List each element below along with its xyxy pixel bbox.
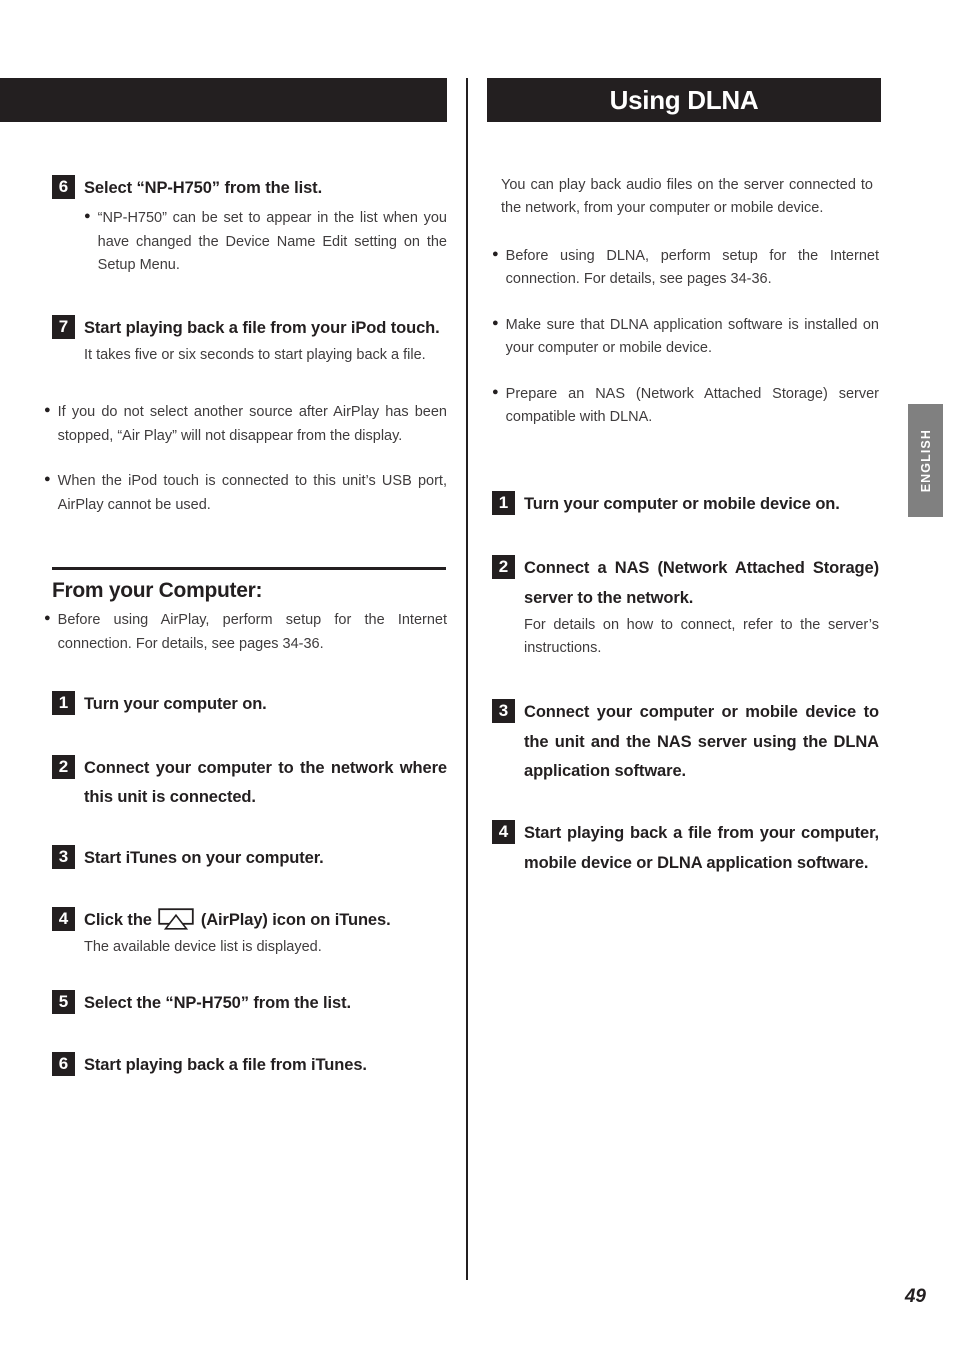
- language-side-tab: ENGLISH: [908, 404, 943, 517]
- step-item: 4 Click the (AirPlay) icon on iTunes. Th…: [52, 906, 447, 960]
- left-column: 6 Select “NP-H750” from the list. ● “NP-…: [0, 78, 447, 1080]
- step-title: Start playing back a file from your iPod…: [84, 318, 440, 337]
- step-note: It takes five or six seconds to start pl…: [84, 347, 426, 364]
- step-title: Connect your computer to the network whe…: [84, 758, 447, 806]
- step-item: 5 Select the “NP-H750” from the list.: [52, 989, 447, 1018]
- step-title: Start iTunes on your computer.: [84, 849, 324, 868]
- step-item: 4 Start playing back a file from your co…: [492, 819, 879, 878]
- step-body: Connect a NAS (Network Attached Storage)…: [515, 554, 879, 660]
- dlna-bullets: ● Before using DLNA, perform setup for t…: [492, 245, 879, 430]
- step-body: Select “NP-H750” from the list. ● “NP-H7…: [75, 174, 447, 278]
- dlna-bullet: ● Make sure that DLNA application softwa…: [492, 314, 879, 361]
- left-header-bar: [0, 78, 447, 122]
- step-body: Start playing back a file from your iPod…: [75, 314, 447, 368]
- step-item: 2 Connect a NAS (Network Attached Storag…: [492, 554, 879, 660]
- step-number-badge: 4: [492, 820, 515, 845]
- page-number: 49: [904, 1286, 926, 1307]
- section-bullet-text: Before using AirPlay, perform setup for …: [57, 612, 447, 652]
- step-body: Connect your computer or mobile device t…: [515, 698, 879, 786]
- bullet-dot-icon: ●: [84, 210, 91, 223]
- bullet-dot-icon: ●: [44, 612, 51, 625]
- step-number-badge: 6: [52, 1051, 75, 1076]
- bullet-dot-icon: ●: [44, 404, 51, 417]
- step-note: The available device list is displayed.: [84, 939, 322, 956]
- bullet-dot-icon: ●: [492, 247, 499, 260]
- step-body: Start iTunes on your computer.: [75, 844, 447, 873]
- note-bullet: ● If you do not select another source af…: [44, 401, 447, 448]
- step-number-badge: 6: [52, 175, 75, 199]
- step-item: 3 Start iTunes on your computer.: [52, 844, 447, 873]
- step-number-badge: 7: [52, 314, 75, 339]
- dlna-bullet-text: Prepare an NAS (Network Attached Storage…: [505, 385, 879, 426]
- step-title: Connect a NAS (Network Attached Storage)…: [524, 559, 879, 607]
- airplay-icon: [158, 908, 195, 930]
- step-number-badge: 4: [52, 906, 75, 931]
- note-bullet-text: When the iPod touch is connected to this…: [57, 473, 447, 513]
- step-title-text-after-icon: (AirPlay) icon on iTunes.: [200, 910, 391, 929]
- section-content: ● Before using AirPlay, perform setup fo…: [44, 609, 447, 1080]
- step-body: Turn your computer or mobile device on.: [515, 490, 879, 519]
- section-bullet: ● Before using AirPlay, perform setup fo…: [44, 609, 447, 656]
- step-body: Start playing back a file from your comp…: [515, 819, 879, 878]
- step-body: Connect your computer to the network whe…: [75, 754, 447, 813]
- step-title-text-before-icon: Click the: [84, 910, 152, 929]
- step-number-badge: 2: [492, 555, 515, 580]
- step-number-badge: 1: [492, 490, 515, 515]
- step-number-badge: 1: [52, 691, 75, 716]
- step-title: Connect your computer or mobile device t…: [524, 703, 879, 781]
- step-number-badge: 3: [52, 845, 75, 870]
- dlna-bullet: ● Prepare an NAS (Network Attached Stora…: [492, 383, 879, 430]
- bullet-dot-icon: ●: [44, 473, 51, 486]
- step-title-with-icon: Click the (AirPlay) icon on iTunes.: [84, 906, 447, 935]
- column-divider: [466, 78, 468, 1280]
- step-title: Select the “NP-H750” from the list.: [84, 994, 351, 1013]
- dlna-bullet-text: Make sure that DLNA application software…: [505, 316, 879, 357]
- manual-page: 6 Select “NP-H750” from the list. ● “NP-…: [0, 0, 954, 1348]
- step-body: Start playing back a file from iTunes.: [75, 1051, 447, 1080]
- step-number-badge: 2: [52, 754, 75, 779]
- step-item: 6 Start playing back a file from iTunes.: [52, 1051, 447, 1080]
- step-sub-bullet-text: “NP-H750” can be set to appear in the li…: [97, 210, 447, 274]
- step-item: 1 Turn your computer or mobile device on…: [492, 490, 879, 519]
- step-sub-bullet: ● “NP-H750” can be set to appear in the …: [84, 207, 447, 277]
- dlna-intro-text: You can play back audio files on the ser…: [501, 177, 873, 217]
- step-title: Start playing back a file from your comp…: [524, 824, 879, 872]
- step-title: Turn your computer on.: [84, 695, 267, 714]
- dlna-bullet-text: Before using DLNA, perform setup for the…: [505, 247, 879, 288]
- section-title: From your Computer:: [52, 579, 263, 603]
- section-rule: [52, 567, 446, 571]
- dlna-bullet: ● Before using DLNA, perform setup for t…: [492, 245, 879, 292]
- right-header-bar-title: Using DLNA: [609, 84, 759, 115]
- step-item: 1 Turn your computer on.: [52, 690, 447, 719]
- step-title: Select “NP-H750” from the list.: [84, 179, 323, 197]
- dlna-steps: 1 Turn your computer or mobile device on…: [492, 490, 879, 878]
- step-body: Click the (AirPlay) icon on iTunes. The …: [75, 906, 447, 960]
- step-body: Select the “NP-H750” from the list.: [75, 989, 447, 1018]
- language-side-tab-label: ENGLISH: [918, 428, 933, 493]
- step-body: Turn your computer on.: [75, 690, 447, 719]
- note-bullet: ● When the iPod touch is connected to th…: [44, 470, 447, 517]
- step-title: Turn your computer or mobile device on.: [524, 494, 840, 513]
- step-item: 2 Connect your computer to the network w…: [52, 754, 447, 813]
- bullet-dot-icon: ●: [492, 385, 499, 398]
- step-item: 3 Connect your computer or mobile device…: [492, 698, 879, 786]
- step-note: For details on how to connect, refer to …: [524, 616, 879, 657]
- right-header-bar: Using DLNA: [487, 78, 881, 122]
- step-number-badge: 5: [52, 990, 75, 1015]
- step-item: 7 Start playing back a file from your iP…: [52, 314, 447, 368]
- step-title: Start playing back a file from iTunes.: [84, 1055, 367, 1074]
- bullet-dot-icon: ●: [492, 316, 499, 329]
- section-from-your-computer: From your Computer: ● Before using AirPl…: [0, 567, 447, 1080]
- step-item: 6 Select “NP-H750” from the list. ● “NP-…: [52, 174, 447, 278]
- right-column: Using DLNA You can play back audio files…: [487, 78, 881, 878]
- step-number-badge: 3: [492, 699, 515, 724]
- note-bullet-text: If you do not select another source afte…: [57, 404, 447, 444]
- left-content: 6 Select “NP-H750” from the list. ● “NP-…: [44, 174, 447, 517]
